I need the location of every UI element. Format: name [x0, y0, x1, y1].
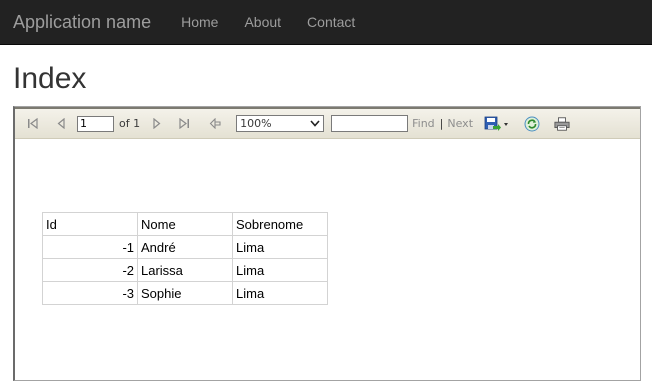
column-header-nome: Nome [137, 212, 233, 236]
report-table: Id Nome Sobrenome -1 André Lima -2 Laris… [42, 212, 328, 305]
nav-about-link[interactable]: About [244, 14, 281, 30]
navbar: Application name Home About Contact [0, 0, 652, 45]
refresh-icon[interactable] [524, 116, 540, 132]
table-row: -2 Larissa Lima [42, 258, 328, 282]
chevron-down-icon [310, 117, 320, 130]
cell-id: -2 [42, 258, 138, 282]
cell-nome: Larissa [137, 258, 233, 282]
toolbar-separator: | [439, 117, 444, 130]
page-number-input[interactable] [77, 115, 114, 132]
cell-nome: Sophie [137, 281, 233, 305]
report-viewer: of 1 100% Find | Next [13, 106, 641, 381]
table-row: -3 Sophie Lima [42, 281, 328, 305]
table-row: -1 André Lima [42, 235, 328, 259]
cell-id: -1 [42, 235, 138, 259]
previous-page-icon[interactable] [53, 116, 69, 132]
column-header-sobrenome: Sobrenome [232, 212, 328, 236]
print-icon[interactable] [554, 116, 570, 132]
page-title: Index [13, 62, 87, 95]
last-page-icon[interactable] [176, 116, 192, 132]
cell-sobrenome: Lima [232, 281, 328, 305]
next-link[interactable]: Next [447, 117, 473, 130]
table-header-row: Id Nome Sobrenome [42, 212, 328, 236]
nav-home-link[interactable]: Home [181, 14, 218, 30]
back-to-parent-icon[interactable] [207, 116, 223, 132]
zoom-select[interactable]: 100% [236, 115, 325, 132]
next-page-icon[interactable] [149, 116, 165, 132]
find-text-input[interactable] [331, 115, 409, 132]
export-save-icon[interactable] [484, 116, 510, 132]
find-link[interactable]: Find [412, 117, 435, 130]
first-page-icon[interactable] [25, 116, 41, 132]
brand-link[interactable]: Application name [13, 12, 151, 33]
cell-sobrenome: Lima [232, 258, 328, 282]
zoom-value: 100% [240, 117, 272, 130]
column-header-id: Id [42, 212, 138, 236]
report-toolbar: of 1 100% Find | Next [15, 107, 640, 139]
page-count-label: of 1 [119, 117, 141, 130]
nav-contact-link[interactable]: Contact [307, 14, 355, 30]
cell-id: -3 [42, 281, 138, 305]
cell-sobrenome: Lima [232, 235, 328, 259]
cell-nome: André [137, 235, 233, 259]
